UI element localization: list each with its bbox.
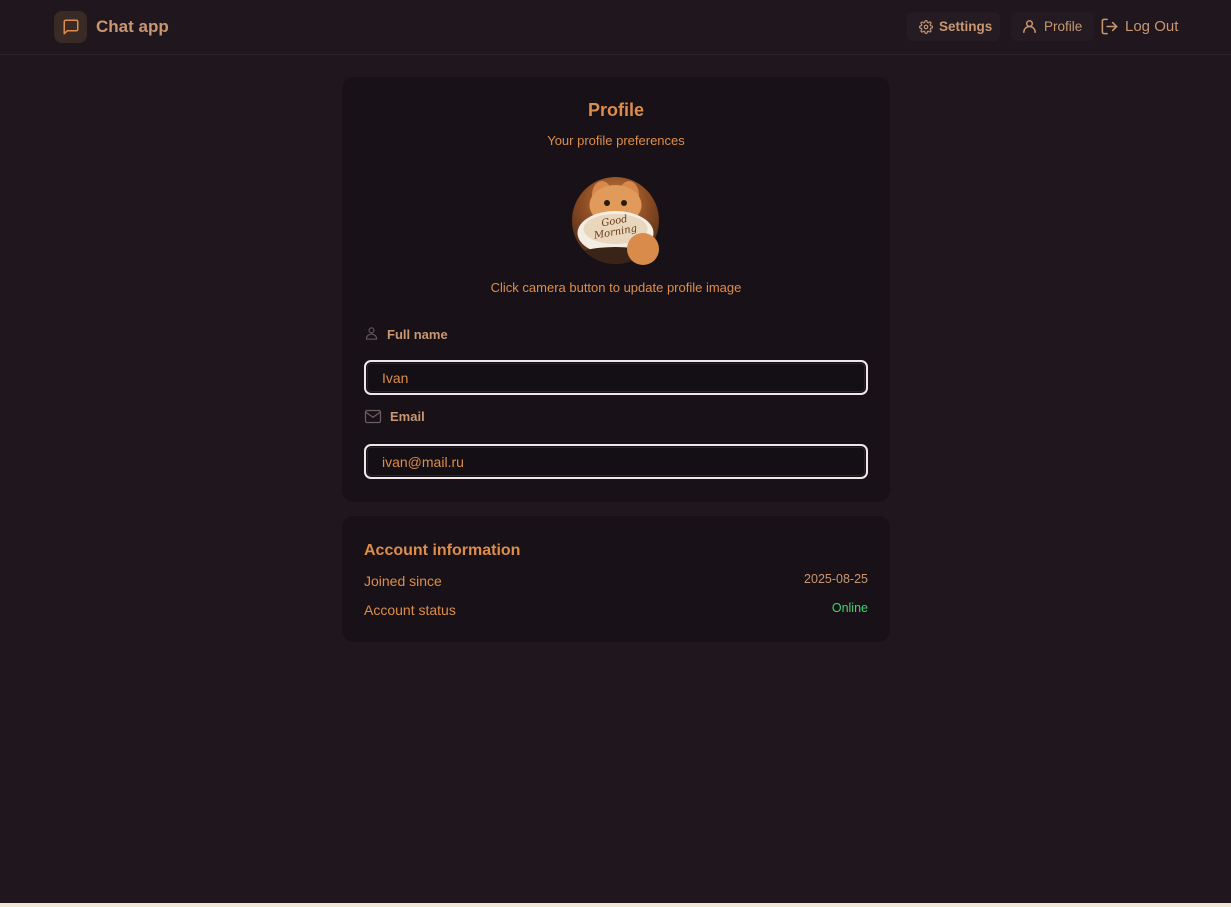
profile-label: Profile bbox=[1044, 19, 1083, 34]
email-field[interactable] bbox=[364, 444, 868, 479]
account-status-label: Account status bbox=[364, 602, 456, 618]
message-square-icon bbox=[54, 11, 87, 43]
brand-link[interactable]: Chat app bbox=[54, 11, 169, 43]
profile-card: Profile Your profile preferences Good Mo… bbox=[342, 77, 890, 502]
joined-since-label: Joined since bbox=[364, 573, 442, 589]
full-name-field[interactable] bbox=[364, 360, 868, 395]
logout-icon bbox=[1100, 17, 1119, 36]
camera-upload-button[interactable] bbox=[627, 233, 659, 265]
settings-label: Settings bbox=[939, 19, 993, 34]
gear-icon bbox=[919, 19, 933, 34]
email-label-text: Email bbox=[390, 409, 425, 424]
account-status-value: Online bbox=[831, 601, 868, 615]
user-icon bbox=[364, 325, 379, 342]
account-info-title: Account information bbox=[364, 542, 521, 559]
avatar-hint: Click camera button to update profile im… bbox=[490, 280, 742, 295]
profile-button[interactable]: Profile bbox=[1011, 12, 1094, 41]
user-icon bbox=[1021, 18, 1038, 35]
mail-icon bbox=[364, 409, 382, 424]
brand-title: Chat app bbox=[96, 17, 169, 36]
logout-label: Log Out bbox=[1125, 18, 1179, 35]
email-label: Email bbox=[364, 409, 425, 424]
app-root: Chat app Settings Profile Log Out Profil… bbox=[0, 0, 1231, 903]
account-info-card: Account information Joined since 2025-08… bbox=[342, 516, 890, 642]
full-name-label: Full name bbox=[364, 325, 448, 342]
full-name-label-text: Full name bbox=[387, 327, 448, 342]
joined-since-value: 2025-08-25 bbox=[804, 572, 868, 586]
top-navbar: Chat app Settings Profile Log Out bbox=[0, 0, 1231, 55]
settings-button[interactable]: Settings bbox=[907, 12, 1000, 41]
page-title: Profile bbox=[587, 100, 644, 120]
page-subtitle: Your profile preferences bbox=[547, 133, 685, 148]
avatar-container: Good Morning bbox=[572, 177, 660, 265]
logout-button[interactable]: Log Out bbox=[1100, 12, 1185, 41]
